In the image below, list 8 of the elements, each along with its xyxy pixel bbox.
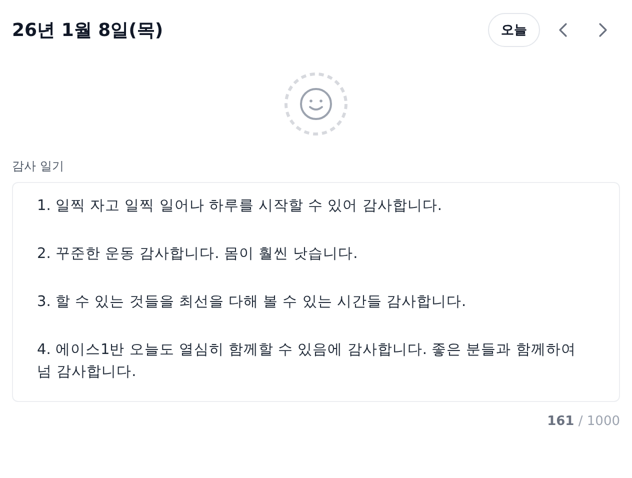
- date-title: 26년 1월 8일(목): [12, 19, 164, 42]
- today-button[interactable]: 오늘: [488, 13, 540, 47]
- smiley-face-icon[interactable]: [284, 72, 348, 136]
- chevron-left-icon: [558, 22, 568, 38]
- diary-text-field[interactable]: 1. 일찍 자고 일찍 일어나 하루를 시작할 수 있어 감사합니다. 2. 꾸준한 운동 감사합니다. 몸이 훨씬 낫습니다. 3. 할 수 있는 것들을 최선을 다해 볼 수 있는 시간들 감사합니다. 4. 에이스1반 오늘도 열심히 함께할 수 있음에 감사합니다. 좋은 분들과 함께하여 넘 감사합니다.: [12, 182, 620, 402]
- diary-label: 감사 일기: [12, 158, 65, 175]
- chevron-right-icon: [598, 22, 608, 38]
- character-counter: 161 / 1000: [547, 414, 620, 429]
